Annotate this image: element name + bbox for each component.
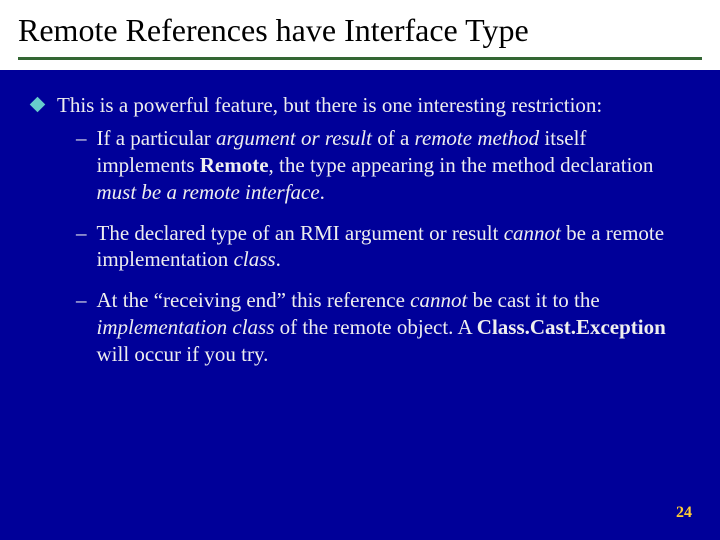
t: cannot — [410, 288, 467, 312]
t: of a — [372, 126, 415, 150]
t: be cast it to the — [467, 288, 599, 312]
diamond-bullet-icon — [30, 97, 46, 113]
page-number: 24 — [676, 504, 692, 522]
t: At the “receiving end” this reference — [97, 288, 411, 312]
sub-bullet-2: – The declared type of an RMI argument o… — [76, 220, 688, 274]
sub-bullet-1: – If a particular argument or result of … — [76, 125, 688, 206]
t: . — [276, 247, 281, 271]
sublist: – If a particular argument or result of … — [76, 125, 688, 368]
t: Remote — [200, 153, 269, 177]
t: , the type appearing in the method decla… — [269, 153, 654, 177]
t: class — [234, 247, 276, 271]
sub1-text: If a particular argument or result of a … — [97, 125, 689, 206]
t: . — [320, 180, 325, 204]
t: of the remote object. A — [274, 315, 476, 339]
bullet1-text: This is a powerful feature, but there is… — [57, 92, 688, 119]
t: The declared type of an RMI argument or … — [97, 221, 504, 245]
t: remote method — [415, 126, 540, 150]
t: will occur if you try. — [97, 342, 269, 366]
t: Class.Cast.Exception — [477, 315, 666, 339]
dash-icon: – — [76, 287, 87, 368]
sub2-text: The declared type of an RMI argument or … — [97, 220, 689, 274]
content-area: This is a powerful feature, but there is… — [0, 70, 720, 368]
title-underline — [18, 57, 702, 60]
t: implementation class — [97, 315, 275, 339]
t: argument or result — [216, 126, 372, 150]
sub-bullet-3: – At the “receiving end” this reference … — [76, 287, 688, 368]
t: cannot — [504, 221, 561, 245]
sub3-text: At the “receiving end” this reference ca… — [97, 287, 689, 368]
slide-title: Remote References have Interface Type — [0, 0, 720, 57]
t: If a particular — [97, 126, 217, 150]
bullet-level1: This is a powerful feature, but there is… — [32, 92, 688, 119]
t: must be a remote interface — [97, 180, 320, 204]
dash-icon: – — [76, 125, 87, 206]
dash-icon: – — [76, 220, 87, 274]
title-area: Remote References have Interface Type — [0, 0, 720, 64]
